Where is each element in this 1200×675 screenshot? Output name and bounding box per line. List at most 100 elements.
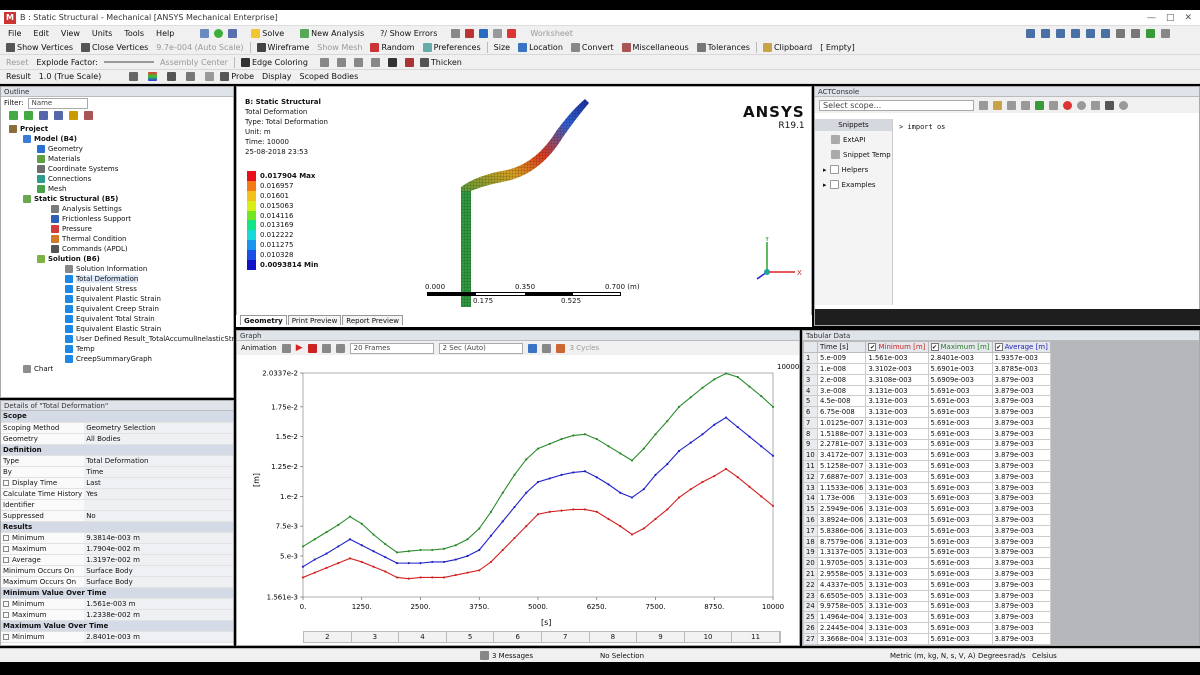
check-icon[interactable]: ✔ <box>994 343 1003 352</box>
menu-units[interactable]: Units <box>92 29 112 38</box>
table-row[interactable]: 25 1.4964e-004 3.131e-003 5.691e-003 3.879e-… <box>803 611 1052 624</box>
comment-icon[interactable] <box>465 28 475 38</box>
table-row[interactable]: 1 5.e-009 1.561e-003 2.8401e-003 1.9357e-003 <box>803 352 1052 365</box>
details-row[interactable]: Maximum Value Over Time <box>1 620 233 632</box>
tree-item[interactable]: Equivalent Creep Strain <box>65 305 159 313</box>
folder-helpers[interactable]: ▸ Helpers <box>815 159 892 174</box>
wire-icon[interactable] <box>387 57 397 67</box>
minimize-icon[interactable]: — <box>1147 13 1156 23</box>
details-row[interactable]: Scope <box>1 411 233 423</box>
window-layout-icon[interactable] <box>1161 28 1170 38</box>
tab-print-preview[interactable]: Print Preview <box>287 315 342 325</box>
checkbox[interactable] <box>3 556 9 563</box>
tree-item[interactable]: Temp <box>65 345 95 353</box>
checkbox[interactable] <box>3 534 9 541</box>
step-back-icon[interactable] <box>1049 100 1058 110</box>
code-line[interactable]: > import os <box>899 123 945 131</box>
miscellaneous-dropdown[interactable]: Miscellaneous <box>620 42 691 52</box>
expand-icon[interactable] <box>9 111 18 120</box>
table-row[interactable]: 9 2.2781e-007 3.131e-003 5.691e-003 3.879e-0… <box>803 438 1052 451</box>
table-row[interactable]: 6 6.75e-008 3.131e-003 5.691e-003 3.879e-003 <box>803 406 1052 418</box>
table-row[interactable]: 13 1.1533e-006 3.131e-003 5.691e-003 3.879e-… <box>803 481 1052 494</box>
tree-item[interactable]: Solution Information <box>65 265 147 273</box>
tree-item[interactable]: Mesh <box>37 185 66 193</box>
search-icon[interactable] <box>1091 100 1100 110</box>
forward-icon[interactable] <box>39 111 48 120</box>
table-row[interactable]: 2 1.e-008 3.3102e-003 5.6901e-003 3.8785e-00… <box>803 363 1052 375</box>
table-row[interactable]: 18 8.7579e-006 3.131e-003 5.691e-003 3.879e-… <box>803 535 1052 548</box>
save-icon[interactable] <box>1007 100 1016 110</box>
edge-style-icon[interactable] <box>319 57 329 67</box>
stop-icon[interactable] <box>307 343 317 353</box>
snippet-extapi[interactable]: ExtAPI <box>815 131 892 144</box>
details-row[interactable]: Type Total Deformation <box>1 455 233 467</box>
check-icon[interactable]: ✔ <box>930 343 939 352</box>
rotational-unit[interactable]: rad/s <box>1008 652 1032 660</box>
next-view-icon[interactable] <box>1131 28 1140 38</box>
wireframe-button[interactable]: Wireframe <box>255 42 312 52</box>
messages-indicator[interactable]: 3 Messages <box>480 651 600 660</box>
details-row[interactable]: Minimum Occurs On Surface Body <box>1 565 233 577</box>
graph-options-icon[interactable] <box>555 343 565 353</box>
details-row[interactable]: Average 1.3197e-002 m <box>1 554 233 566</box>
snippet-template[interactable]: Snippet Temp <box>815 144 892 159</box>
scale-dropdown[interactable]: 9.7e-004 (Auto Scale) <box>154 43 245 52</box>
details-row[interactable]: Identifier <box>1 499 233 511</box>
shell-icon[interactable] <box>404 57 414 67</box>
frame-cell[interactable]: 11 <box>732 632 780 642</box>
check-icon[interactable] <box>214 28 224 38</box>
table-row[interactable]: 11 5.1258e-007 3.131e-003 5.691e-003 3.879e-… <box>803 460 1052 472</box>
table-row[interactable]: 27 3.3668e-004 3.131e-003 5.691e-003 3.879e-… <box>803 632 1052 645</box>
filter-dropdown[interactable]: Name <box>27 97 88 109</box>
details-row[interactable]: Minimum 2.8401e-003 m <box>1 631 233 643</box>
true-scale-dropdown[interactable]: 1.0 (True Scale) <box>37 72 104 81</box>
details-row[interactable]: Results <box>1 521 233 533</box>
solve-button[interactable]: Solve <box>249 28 286 38</box>
column-header[interactable]: ✔ Maximum [m] <box>927 340 993 354</box>
details-row[interactable]: Scoping Method Geometry Selection <box>1 422 233 434</box>
table-row[interactable]: 16 3.8924e-006 3.131e-003 5.691e-003 3.879e-… <box>803 514 1052 526</box>
frame-cell[interactable]: 5 <box>447 632 495 642</box>
explode-slider[interactable] <box>103 61 154 63</box>
temperature-unit[interactable]: Celsius <box>1032 652 1057 660</box>
tree-item[interactable]: Solution (B6) <box>37 255 100 263</box>
frames-dropdown[interactable]: 20 Frames <box>349 342 434 354</box>
close-vertices-button[interactable]: Close Vertices <box>79 42 150 52</box>
table-row[interactable]: 21 2.9558e-005 3.131e-003 5.691e-003 3.879e-… <box>803 568 1052 580</box>
scope-select[interactable]: Select scope... <box>819 99 974 111</box>
probe-button[interactable]: Probe <box>218 72 256 81</box>
table-row[interactable]: 10 3.4172e-007 3.131e-003 5.691e-003 3.879e-… <box>803 449 1052 462</box>
frame-cell[interactable]: 3 <box>352 632 400 642</box>
console-input[interactable] <box>815 309 1200 325</box>
max-min-icon[interactable] <box>205 72 215 81</box>
thicken-button[interactable]: Thicken <box>418 57 464 67</box>
table-row[interactable]: 7 1.0125e-007 3.131e-003 5.691e-003 3.879e-0… <box>803 417 1052 429</box>
unit-system[interactable]: Metric (m, kg, N, s, V, A) <box>890 652 978 660</box>
frame-strip[interactable]: 2 3 4 5 6 7 8 9 10 11 <box>303 631 781 643</box>
table-row[interactable]: 8 1.5188e-007 3.131e-003 5.691e-003 3.879e-0… <box>803 427 1052 440</box>
checkbox[interactable] <box>3 545 9 552</box>
location-dropdown[interactable]: Location <box>516 42 565 52</box>
imagine-icon[interactable] <box>451 28 461 38</box>
next-frame-icon[interactable] <box>321 343 331 353</box>
details-row[interactable]: Minimum 9.3814e-003 m <box>1 532 233 544</box>
menu-file[interactable]: File <box>8 29 21 38</box>
previous-view-icon[interactable] <box>1116 28 1125 38</box>
frame-cell[interactable]: 7 <box>542 632 590 642</box>
menu-help[interactable]: Help <box>156 29 174 38</box>
menu-view[interactable]: View <box>61 29 80 38</box>
details-row[interactable]: Display Time Last <box>1 477 233 489</box>
random-button[interactable]: Random <box>368 42 416 52</box>
table-row[interactable]: 5 4.5e-008 3.131e-003 5.691e-003 3.879e-003 <box>803 395 1052 408</box>
edge-style-3-icon[interactable] <box>353 57 363 67</box>
maximize-icon[interactable]: □ <box>1166 13 1175 23</box>
details-row[interactable]: Calculate Time History Yes <box>1 488 233 500</box>
table-row[interactable]: 14 1.73e-006 3.131e-003 5.691e-003 3.879e-00… <box>803 492 1052 505</box>
tree-item[interactable]: Project <box>9 125 48 133</box>
distributed-icon[interactable] <box>335 343 345 353</box>
figure-icon[interactable] <box>479 28 489 38</box>
details-row[interactable]: Suppressed No <box>1 510 233 522</box>
tree-item[interactable]: Frictionless Support <box>51 215 131 223</box>
clipboard-dropdown[interactable]: Clipboard <box>761 42 814 52</box>
tree-item[interactable]: Commands (APDL) <box>51 245 128 253</box>
